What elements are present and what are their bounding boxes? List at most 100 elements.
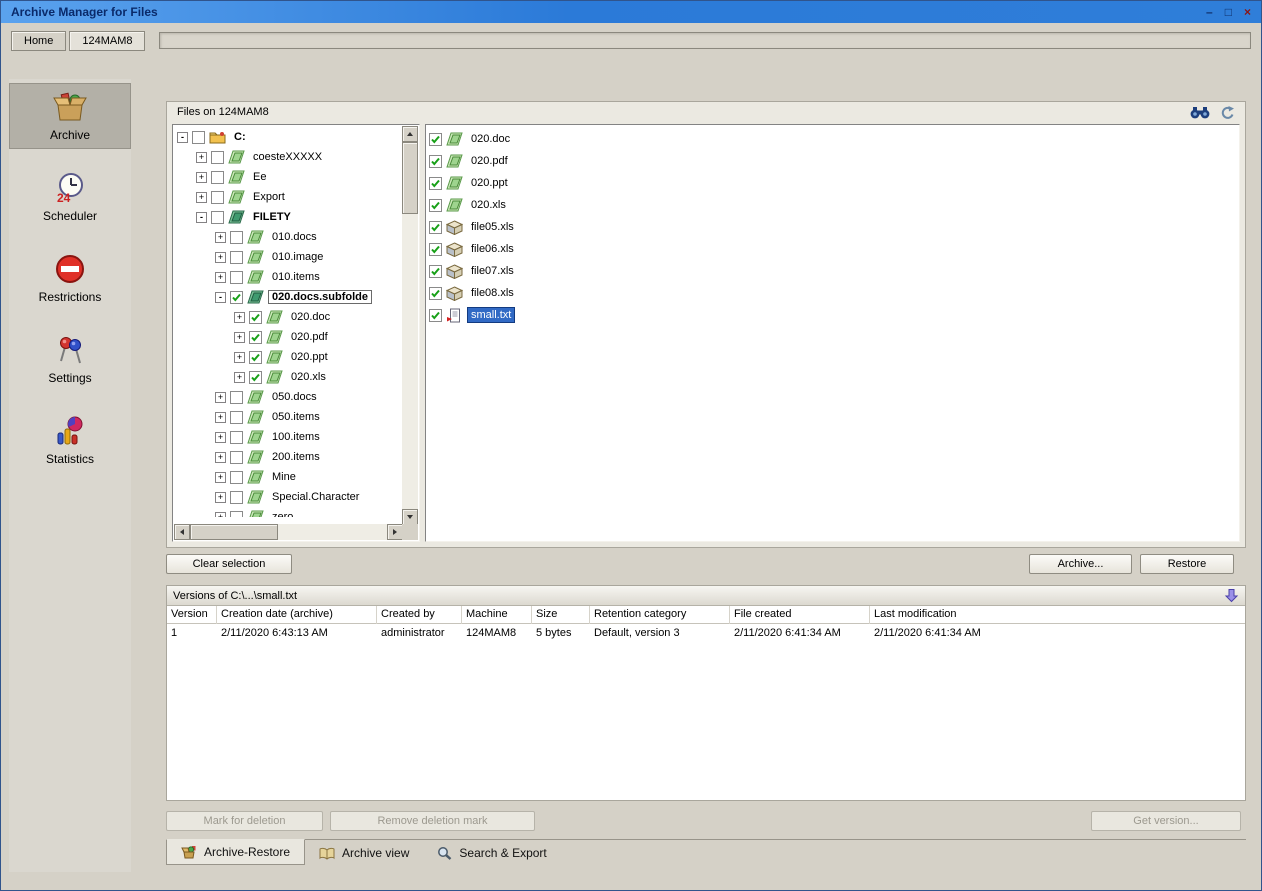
tree-node[interactable]: -FILETY (175, 207, 403, 227)
checkbox-checked[interactable] (429, 221, 442, 234)
scroll-left-button[interactable] (174, 524, 190, 540)
tab-archive-restore[interactable]: Archive-Restore (166, 839, 305, 865)
remove-deletion-mark-button[interactable]: Remove deletion mark (330, 811, 535, 831)
table-row[interactable]: 12/11/2020 6:43:13 AMadministrator124MAM… (167, 624, 1245, 642)
file-name[interactable]: file05.xls (468, 220, 517, 234)
tree-node[interactable]: +020.doc (175, 307, 403, 327)
list-item[interactable]: 020.pdf (429, 150, 1239, 172)
checkbox-unchecked[interactable] (230, 231, 243, 244)
expand-icon[interactable]: + (196, 192, 207, 203)
view-icon[interactable] (1190, 106, 1210, 119)
tree-node-label[interactable]: 200.items (269, 451, 323, 463)
expand-icon[interactable]: + (215, 232, 226, 243)
column-header[interactable]: Created by (377, 606, 462, 624)
column-header[interactable]: Size (532, 606, 590, 624)
tree-node-label[interactable]: 020.ppt (288, 351, 331, 363)
checkbox-unchecked[interactable] (211, 191, 224, 204)
tree-node-label[interactable]: Export (250, 191, 288, 203)
checkbox-unchecked[interactable] (230, 511, 243, 518)
checkbox-unchecked[interactable] (230, 271, 243, 284)
tree-node[interactable]: - 020.docs.subfolde (175, 287, 403, 307)
checkbox-checked[interactable] (429, 309, 442, 322)
checkbox-checked[interactable] (429, 133, 442, 146)
expand-icon[interactable]: + (215, 272, 226, 283)
checkbox-unchecked[interactable] (230, 471, 243, 484)
list-item[interactable]: file05.xls (429, 216, 1239, 238)
close-button[interactable]: × (1244, 6, 1251, 18)
file-name[interactable]: 020.doc (468, 132, 513, 146)
checkbox-checked[interactable] (230, 291, 243, 304)
clear-selection-button[interactable]: Clear selection (166, 554, 292, 574)
checkbox-unchecked[interactable] (192, 131, 205, 144)
column-header[interactable]: Last modification (870, 606, 1245, 624)
tree-node-label[interactable]: 020.xls (288, 371, 329, 383)
column-header[interactable]: Retention category (590, 606, 730, 624)
checkbox-checked[interactable] (429, 199, 442, 212)
checkbox-checked[interactable] (429, 287, 442, 300)
list-item[interactable]: file06.xls (429, 238, 1239, 260)
list-item[interactable]: 020.xls (429, 194, 1239, 216)
tree-node-label[interactable]: Special.Character (269, 491, 362, 503)
expand-icon[interactable]: + (234, 312, 245, 323)
checkbox-unchecked[interactable] (230, 491, 243, 504)
file-name[interactable]: file08.xls (468, 286, 517, 300)
expand-icon[interactable]: + (196, 172, 207, 183)
checkbox-checked[interactable] (249, 311, 262, 324)
vertical-scrollbar-thumb[interactable] (402, 142, 418, 214)
column-header[interactable]: Creation date (archive) (217, 606, 377, 624)
scroll-up-button[interactable] (402, 126, 418, 142)
minimize-button[interactable]: – (1206, 6, 1213, 18)
expand-icon[interactable]: + (215, 492, 226, 503)
tab-search-export[interactable]: Search & Export (423, 840, 560, 866)
checkbox-unchecked[interactable] (230, 451, 243, 464)
collapse-icon[interactable]: - (177, 132, 188, 143)
mark-for-deletion-button[interactable]: Mark for deletion (166, 811, 323, 831)
tree-node-label[interactable]: 010.docs (269, 231, 320, 243)
tree-node[interactable]: +200.items (175, 447, 403, 467)
list-item[interactable]: file07.xls (429, 260, 1239, 282)
tree-node[interactable]: +010.docs (175, 227, 403, 247)
checkbox-unchecked[interactable] (211, 151, 224, 164)
tree-node[interactable]: +010.items (175, 267, 403, 287)
tree-node-label[interactable]: 020.docs.subfolde (269, 291, 371, 303)
tab-home[interactable]: Home (11, 31, 66, 51)
expand-icon[interactable]: + (234, 372, 245, 383)
checkbox-checked[interactable] (429, 265, 442, 278)
tree-node[interactable]: +Ee (175, 167, 403, 187)
file-name[interactable]: 020.pdf (468, 154, 511, 168)
tree-node-label[interactable]: 010.image (269, 251, 326, 263)
expand-icon[interactable]: + (215, 432, 226, 443)
checkbox-checked[interactable] (429, 243, 442, 256)
collapse-icon[interactable]: - (215, 292, 226, 303)
list-item[interactable]: small.txt (429, 304, 1239, 326)
tree-node-label[interactable]: C: (231, 131, 249, 143)
checkbox-checked[interactable] (249, 331, 262, 344)
sidebar-item-archive[interactable]: Archive (9, 83, 131, 149)
get-version-button[interactable]: Get version... (1091, 811, 1241, 831)
tree-node-label[interactable]: 020.pdf (288, 331, 331, 343)
checkbox-checked[interactable] (249, 371, 262, 384)
expand-icon[interactable]: + (234, 332, 245, 343)
scroll-right-button[interactable] (387, 524, 403, 540)
file-name[interactable]: 020.xls (468, 198, 509, 212)
tree-node[interactable]: +050.items (175, 407, 403, 427)
list-item[interactable]: 020.ppt (429, 172, 1239, 194)
checkbox-unchecked[interactable] (230, 251, 243, 264)
checkbox-unchecked[interactable] (230, 431, 243, 444)
tree-node[interactable]: - C: (175, 127, 403, 147)
horizontal-scrollbar-thumb[interactable] (190, 524, 278, 540)
list-item[interactable]: file08.xls (429, 282, 1239, 304)
sidebar-item-scheduler[interactable]: 24Scheduler (9, 164, 131, 230)
maximize-button[interactable]: □ (1225, 6, 1232, 18)
tree-node[interactable]: +020.ppt (175, 347, 403, 367)
file-name[interactable]: 020.ppt (468, 176, 511, 190)
expand-icon[interactable]: + (234, 352, 245, 363)
checkbox-unchecked[interactable] (211, 211, 224, 224)
checkbox-checked[interactable] (429, 177, 442, 190)
checkbox-checked[interactable] (249, 351, 262, 364)
tree-node-label[interactable]: 100.items (269, 431, 323, 443)
tree-node[interactable]: +010.image (175, 247, 403, 267)
refresh-icon[interactable] (1219, 105, 1235, 119)
file-name[interactable]: file06.xls (468, 242, 517, 256)
tree-node-label[interactable]: 020.doc (288, 311, 333, 323)
